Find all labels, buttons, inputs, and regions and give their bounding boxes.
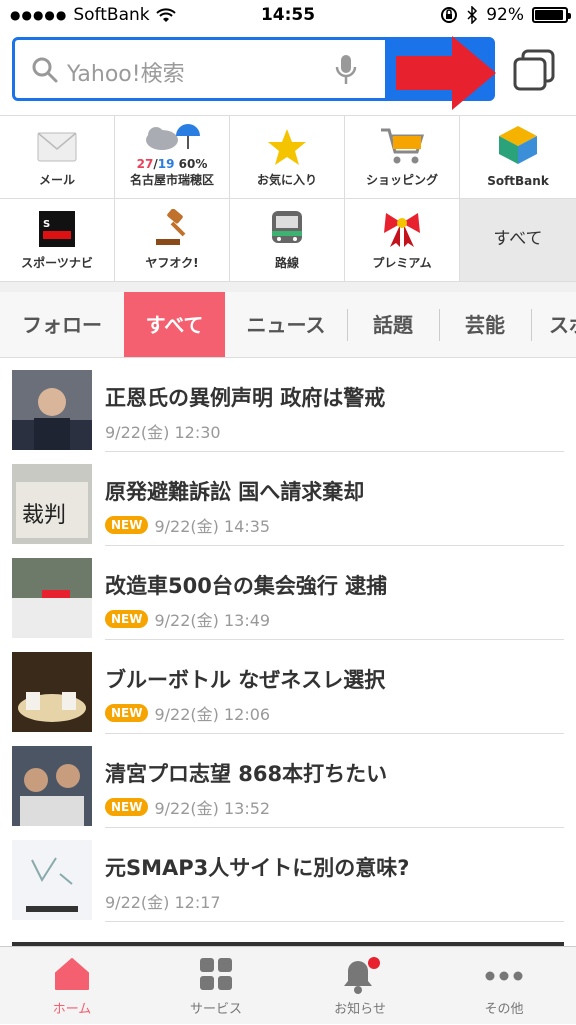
news-title: 原発避難訴訟 国へ請求棄却 xyxy=(105,480,365,504)
news-title: ブルーボトル なぜネスレ選択 xyxy=(105,668,386,692)
bottom-tab-bar: ホーム サービス お知らせ その他 xyxy=(0,946,576,1024)
bluetooth-icon xyxy=(467,6,478,24)
status-bar: ●●●●● SoftBank 14:55 92% xyxy=(0,0,576,32)
more-icon xyxy=(485,971,523,981)
train-icon xyxy=(272,211,302,243)
sportsnavi-icon: S xyxy=(39,211,75,247)
news-item[interactable]: 改造車500台の集会強行 逮捕 NEW 9/22(金) 13:49 xyxy=(0,546,576,640)
service-auction[interactable]: ヤフオク! xyxy=(115,199,230,282)
service-premium[interactable]: プレミアム xyxy=(345,199,460,282)
temp-high: 27 xyxy=(136,157,154,171)
service-mail[interactable]: メール xyxy=(0,116,115,199)
service-all-button[interactable]: すべて xyxy=(460,199,576,282)
tab-sports[interactable]: スポ xyxy=(549,292,576,357)
cart-icon xyxy=(381,128,425,164)
home-icon xyxy=(55,958,89,990)
news-thumbnail xyxy=(12,370,92,450)
news-title: 正恩氏の異例声明 政府は警戒 xyxy=(105,386,386,410)
news-item[interactable]: 清宮プロ志望 868本打ちたい NEW 9/22(金) 13:52 xyxy=(0,734,576,828)
service-train[interactable]: 路線 xyxy=(230,199,345,282)
star-icon xyxy=(268,129,306,165)
rotation-lock-icon xyxy=(441,7,458,23)
news-meta: 9/22(金) 12:30 xyxy=(105,419,221,443)
news-thumbnail: 裁判 xyxy=(12,464,92,544)
news-meta: NEW 9/22(金) 13:49 xyxy=(105,607,270,631)
mail-icon xyxy=(37,132,77,162)
tab-topics[interactable]: 話題 xyxy=(347,292,439,357)
service-softbank[interactable]: SoftBank xyxy=(460,116,576,199)
tab-home[interactable]: ホーム xyxy=(0,947,144,1025)
battery-percent: 92% xyxy=(486,5,524,25)
svg-text:S: S xyxy=(43,219,50,230)
red-arrow-annotation xyxy=(396,36,496,110)
battery-icon xyxy=(532,7,571,23)
news-item[interactable]: ブルーボトル なぜネスレ選択 NEW 9/22(金) 12:06 xyxy=(0,640,576,734)
news-timestamp: 9/22(金) 13:49 xyxy=(154,611,271,630)
tab-services[interactable]: サービス xyxy=(144,947,288,1025)
new-badge: NEW xyxy=(105,610,149,628)
news-timestamp: 9/22(金) 14:35 xyxy=(154,517,271,536)
bell-icon xyxy=(344,957,380,994)
search-icon xyxy=(32,57,58,83)
weather-icon xyxy=(146,124,200,150)
tab-switcher-icon[interactable] xyxy=(513,49,555,91)
temp-low: 19 xyxy=(157,157,175,171)
precip-chance: 60% xyxy=(178,157,208,171)
new-badge: NEW xyxy=(105,704,149,722)
news-item[interactable]: 正恩氏の異例声明 政府は警戒 9/22(金) 12:30 xyxy=(0,358,576,452)
search-placeholder: Yahoo!検索 xyxy=(67,62,185,87)
tab-entertainment[interactable]: 芸能 xyxy=(439,292,531,357)
news-meta: NEW 9/22(金) 13:52 xyxy=(105,795,270,819)
news-meta: 9/22(金) 12:17 xyxy=(105,889,221,913)
section-divider xyxy=(0,282,576,292)
search-input[interactable]: Yahoo!検索 xyxy=(15,40,385,98)
news-thumbnail xyxy=(12,840,92,920)
news-divider xyxy=(105,921,564,922)
auction-gavel-icon xyxy=(156,209,186,245)
news-title: 清宮プロ志望 868本打ちたい xyxy=(105,762,388,786)
news-meta: NEW 9/22(金) 12:06 xyxy=(105,701,270,725)
svg-text:裁判: 裁判 xyxy=(22,503,66,528)
microphone-icon[interactable] xyxy=(335,53,357,87)
grid-icon xyxy=(200,958,232,990)
service-weather[interactable]: 27/19 60% 名古屋市瑞穂区 xyxy=(115,116,230,199)
ribbon-icon xyxy=(384,213,420,247)
news-title: 元SMAP3人サイトに別の意味? xyxy=(105,856,410,880)
service-grid: メール 27/19 60% 名古屋市瑞穂区 お気に入り ショッピング SoftB… xyxy=(0,115,576,282)
news-item[interactable]: 裁判 原発避難訴訟 国へ請求棄却 NEW 9/22(金) 14:35 xyxy=(0,452,576,546)
tab-news[interactable]: ニュース xyxy=(225,292,347,357)
service-sportsnavi[interactable]: S スポーツナビ xyxy=(0,199,115,282)
news-thumbnail xyxy=(12,558,92,638)
news-item[interactable]: 元SMAP3人サイトに別の意味? 9/22(金) 12:17 xyxy=(0,828,576,922)
news-timestamp: 9/22(金) 12:06 xyxy=(154,705,271,724)
tab-notifications[interactable]: お知らせ xyxy=(288,947,432,1025)
tab-more[interactable]: その他 xyxy=(432,947,576,1025)
softbank-cube-icon xyxy=(499,126,537,164)
new-badge: NEW xyxy=(105,798,149,816)
news-timestamp: 9/22(金) 12:30 xyxy=(105,423,221,442)
service-shopping[interactable]: ショッピング xyxy=(345,116,460,199)
topic-tabs: フォロー すべて ニュース 話題 芸能 スポ xyxy=(0,292,576,358)
service-favorites[interactable]: お気に入り xyxy=(230,116,345,199)
news-thumbnail xyxy=(12,746,92,826)
tab-follow[interactable]: フォロー xyxy=(0,292,124,357)
news-timestamp: 9/22(金) 13:52 xyxy=(154,799,271,818)
tab-all[interactable]: すべて xyxy=(124,292,225,357)
news-title: 改造車500台の集会強行 逮捕 xyxy=(105,574,388,598)
new-badge: NEW xyxy=(105,516,149,534)
news-meta: NEW 9/22(金) 14:35 xyxy=(105,513,270,537)
news-thumbnail xyxy=(12,652,92,732)
news-timestamp: 9/22(金) 12:17 xyxy=(105,893,221,912)
